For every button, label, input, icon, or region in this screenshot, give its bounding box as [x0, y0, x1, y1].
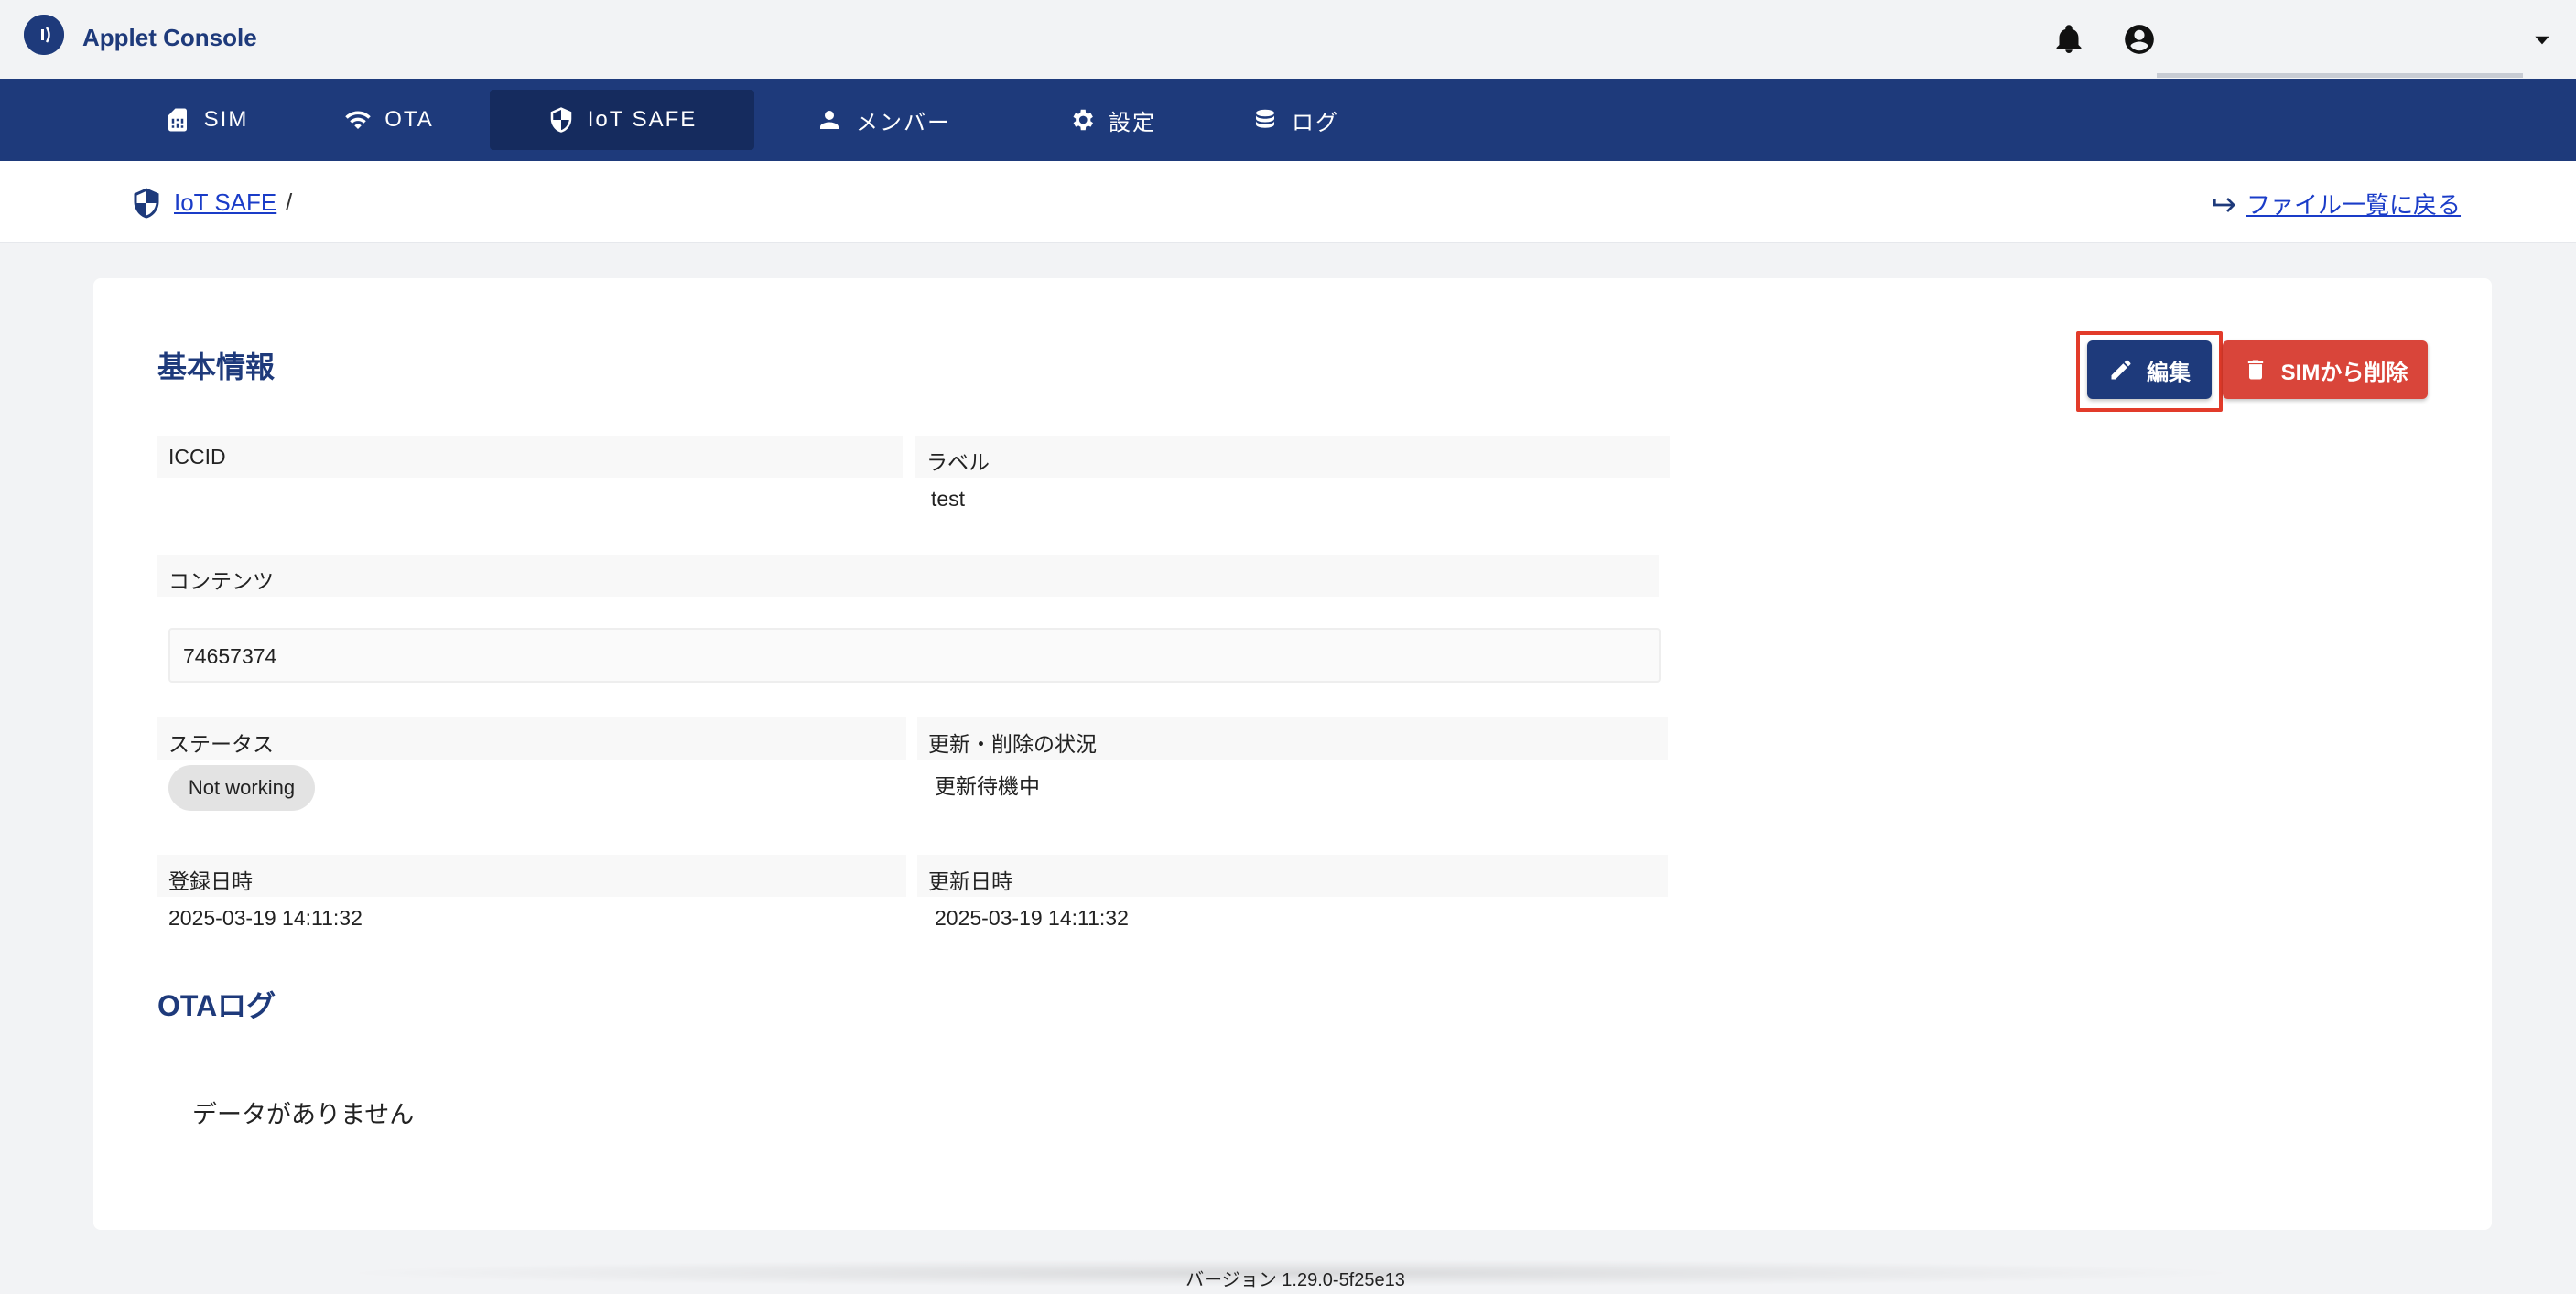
- tab-label: OTA: [384, 107, 434, 132]
- tab-label: メンバー: [856, 110, 951, 135]
- account-name[interactable]: [2171, 15, 2510, 60]
- pencil-icon: [2111, 360, 2131, 380]
- edit-button-label: 編集: [2147, 360, 2191, 385]
- account-circle-icon[interactable]: [2122, 22, 2157, 57]
- tab-sim[interactable]: SIM: [137, 79, 275, 161]
- main-nav: SIM OTA IoT SAFE メンバー 設定 ログ: [0, 79, 2576, 161]
- status-label: ステータス: [157, 717, 906, 760]
- trash-icon: [2247, 360, 2263, 380]
- contents-label: コンテンツ: [157, 555, 1659, 597]
- tab-label: IoT SAFE: [587, 107, 698, 132]
- breadcrumb: IoT SAFE / ファイル一覧に戻る: [0, 161, 2576, 243]
- ota-log-title: OTAログ: [157, 989, 276, 1022]
- updated-value: 2025-03-19 14:11:32: [935, 906, 1129, 930]
- registered-value: 2025-03-19 14:11:32: [168, 906, 363, 930]
- update-status-label: 更新・削除の状況: [917, 717, 1668, 760]
- sim-card-icon: [168, 108, 187, 132]
- notification-bell-icon[interactable]: [2052, 22, 2085, 57]
- iccid-label: ICCID: [157, 436, 903, 478]
- breadcrumb-root-link[interactable]: IoT SAFE: [174, 189, 276, 217]
- tab-logs[interactable]: ログ: [1245, 79, 1346, 161]
- label-label: ラベル: [915, 436, 1670, 478]
- account-underline: [2157, 73, 2523, 78]
- tab-ota[interactable]: OTA: [330, 79, 449, 161]
- basic-info-title: 基本情報: [157, 350, 276, 383]
- logo-icon: [24, 15, 64, 55]
- shield-icon: [130, 187, 163, 220]
- status-badge: Not working: [168, 765, 315, 811]
- registered-label: 登録日時: [157, 855, 906, 897]
- tab-label: ログ: [1292, 110, 1339, 135]
- version-label: バージョン 1.29.0-5f25e13: [1185, 1270, 1405, 1290]
- breadcrumb-separator: /: [286, 189, 293, 216]
- gear-icon: [1073, 109, 1093, 131]
- shield-icon: [550, 107, 571, 133]
- update-status-value: 更新待機中: [935, 774, 1040, 798]
- updated-label: 更新日時: [917, 855, 1668, 897]
- chevron-down-icon[interactable]: [2530, 27, 2554, 51]
- ota-log-empty-message: データがありません: [192, 1101, 415, 1128]
- delete-button-label: SIMから削除: [2280, 360, 2408, 385]
- contents-value: 74657374: [168, 628, 1661, 683]
- back-arrow-icon[interactable]: [2210, 190, 2239, 220]
- edit-button[interactable]: 編集: [2087, 340, 2212, 399]
- back-to-file-list-link[interactable]: ファイル一覧に戻る: [2246, 187, 2461, 221]
- delete-from-sim-button[interactable]: SIMから削除: [2223, 340, 2428, 399]
- person-icon: [820, 111, 839, 129]
- tab-label: SIM: [203, 107, 249, 132]
- detail-card: 基本情報 編集 SIMから削除 ICCID ラベル test コンテンツ 746…: [93, 278, 2492, 1230]
- tab-label: 設定: [1109, 110, 1156, 135]
- database-icon: [1256, 109, 1274, 128]
- tab-members[interactable]: メンバー: [806, 79, 961, 161]
- wifi-icon: [345, 111, 371, 129]
- tab-settings[interactable]: 設定: [1044, 79, 1181, 161]
- app-bar: Applet Console: [0, 0, 2576, 79]
- tab-iot-safe[interactable]: IoT SAFE: [490, 90, 754, 150]
- label-value: test: [931, 487, 966, 511]
- app-title: Applet Console: [82, 24, 257, 51]
